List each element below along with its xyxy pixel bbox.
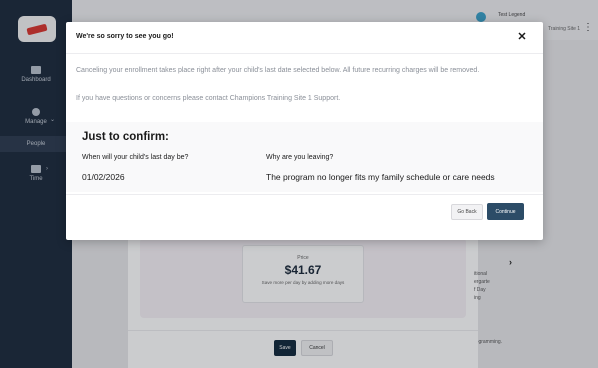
continue-button[interactable]: Continue xyxy=(487,203,524,220)
reason-label: Why are you leaving? xyxy=(266,154,334,161)
close-icon[interactable]: ✕ xyxy=(515,30,529,44)
cancel-enrollment-modal: We're so sorry to see you go! ✕ Cancelin… xyxy=(66,22,543,240)
confirm-heading: Just to confirm: xyxy=(82,131,169,143)
reason-value: The program no longer fits my family sch… xyxy=(266,172,495,182)
support-message: If you have questions or concerns please… xyxy=(76,95,341,102)
last-day-value: 01/02/2026 xyxy=(82,172,125,182)
modal-title: We're so sorry to see you go! xyxy=(76,33,174,40)
cancellation-message: Canceling your enrollment takes place ri… xyxy=(76,67,480,74)
go-back-button[interactable]: Go Back xyxy=(451,204,483,220)
modal-divider xyxy=(66,194,543,195)
last-day-label: When will your child's last day be? xyxy=(82,154,189,161)
modal-header: We're so sorry to see you go! ✕ xyxy=(66,22,543,54)
